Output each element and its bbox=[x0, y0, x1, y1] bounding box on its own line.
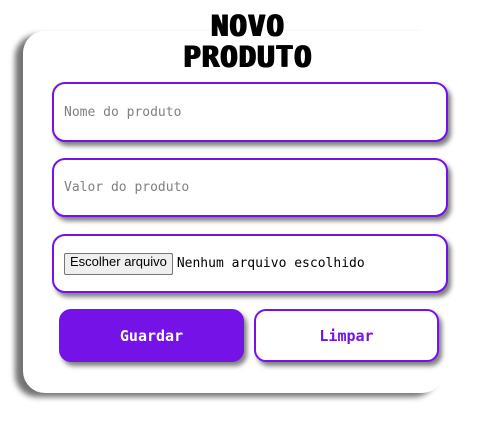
file-input[interactable]: Escolher arquivo Nenhum arquivo escolhid… bbox=[52, 234, 448, 293]
page: NOVO PRODUTO Escolher arquivo Nenhum arq… bbox=[0, 0, 478, 426]
save-button[interactable]: Guardar bbox=[59, 309, 244, 362]
clear-button-label: Limpar bbox=[319, 326, 374, 345]
product-name-input[interactable] bbox=[52, 82, 448, 142]
title-line-2: PRODUTO bbox=[183, 40, 313, 74]
clear-button[interactable]: Limpar bbox=[254, 309, 439, 362]
save-button-label: Guardar bbox=[119, 326, 184, 345]
product-price-input[interactable] bbox=[52, 158, 448, 217]
title-line-1: NOVO bbox=[211, 9, 285, 43]
choose-file-button[interactable]: Escolher arquivo bbox=[64, 252, 173, 275]
page-title: NOVO PRODUTO bbox=[0, 11, 478, 73]
file-status-text: Nenhum arquivo escolhido bbox=[176, 256, 365, 271]
